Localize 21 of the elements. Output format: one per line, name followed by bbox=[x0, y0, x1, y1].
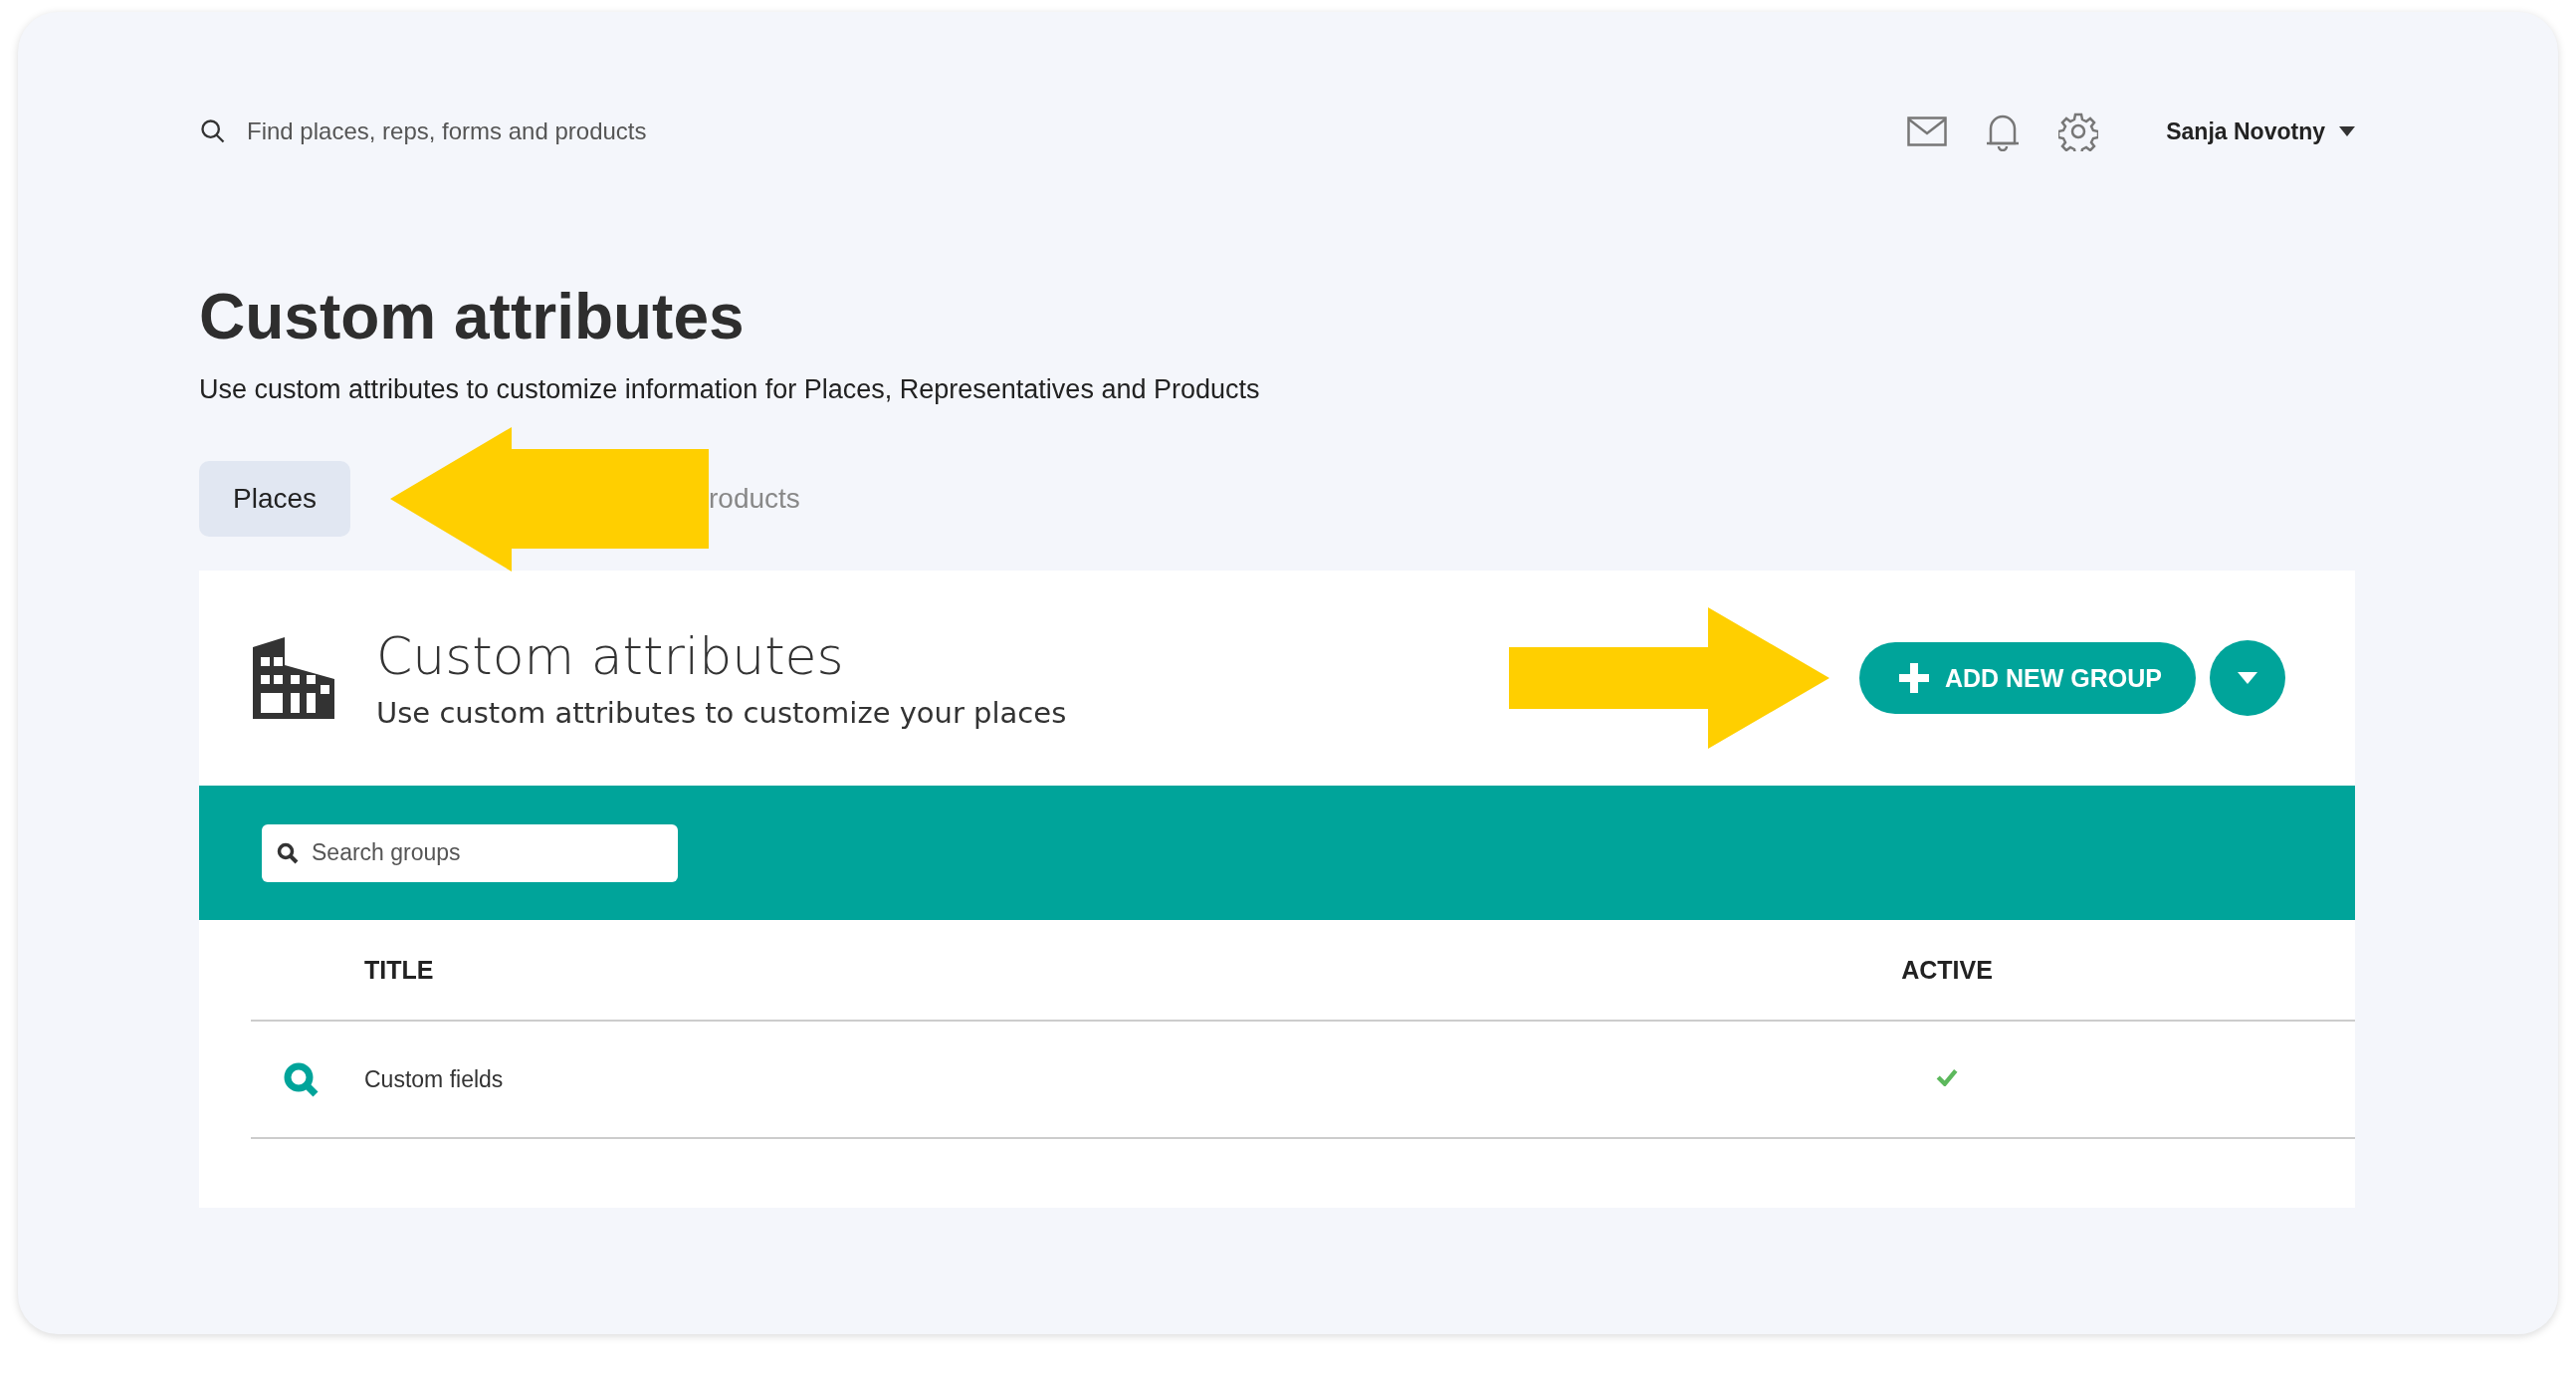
column-header: TITLE bbox=[364, 955, 435, 985]
search-icon bbox=[199, 117, 227, 145]
arrow-icon bbox=[390, 426, 710, 572]
panel-title: Custom attributes bbox=[376, 626, 845, 686]
mail-icon[interactable] bbox=[1907, 116, 1948, 146]
panel-subtitle: Use custom attributes to customize your places bbox=[376, 696, 1068, 730]
tab[interactable]: Places bbox=[199, 461, 351, 537]
plus-icon bbox=[1898, 663, 1929, 693]
caret-icon bbox=[2339, 126, 2355, 136]
building-icon bbox=[251, 635, 336, 721]
search-icon bbox=[283, 1061, 319, 1097]
table-cell-text: Custom fields bbox=[364, 1065, 505, 1093]
search-field[interactable]: Find places, reps, forms and products bbox=[245, 116, 727, 146]
settings-icon[interactable] bbox=[2058, 112, 2099, 151]
user-menu[interactable]: Sanja Novotny bbox=[2136, 117, 2355, 145]
page-subtitle: Use custom attributes to customize information for Places, Representatives and Products bbox=[199, 374, 1261, 405]
column-header: ACTIVE bbox=[1901, 955, 1993, 985]
page-title: Custom attributes bbox=[199, 285, 746, 348]
caret-icon bbox=[2238, 672, 2257, 684]
search-field[interactable]: Search groups bbox=[262, 823, 678, 882]
arrow-icon bbox=[1508, 607, 1829, 749]
